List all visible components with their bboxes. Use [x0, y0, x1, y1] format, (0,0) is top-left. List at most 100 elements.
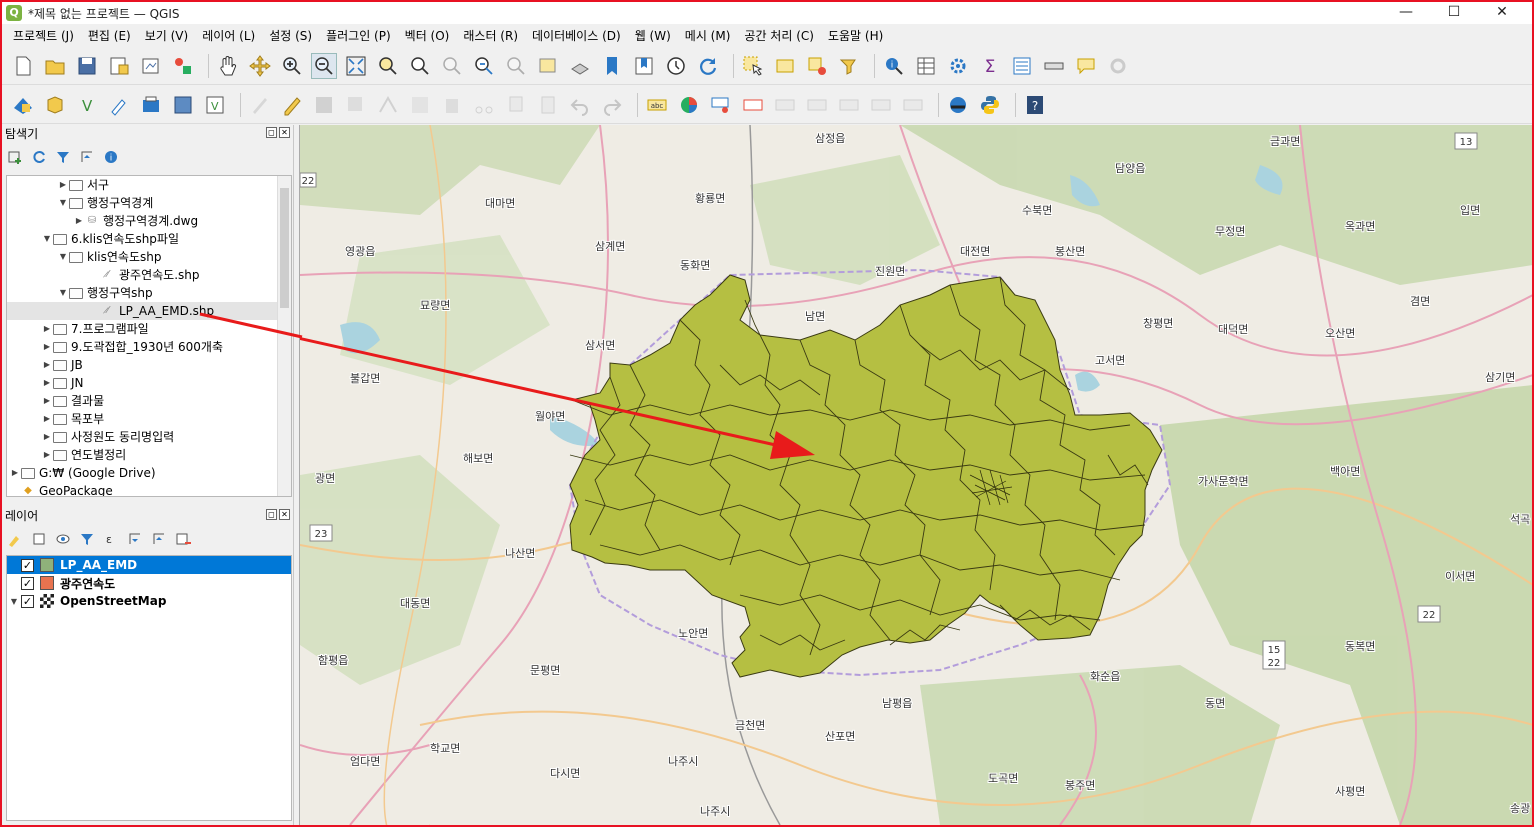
select-by-value-icon[interactable]	[772, 53, 798, 79]
undo-icon[interactable]	[567, 92, 593, 118]
expand-down-icon[interactable]: ▼	[57, 248, 69, 266]
browser-item[interactable]: ▼ 6.klis연속도shp파일	[7, 230, 291, 248]
select-location-icon[interactable]	[836, 53, 862, 79]
menu-raster[interactable]: 래스터 (R)	[456, 27, 525, 44]
python-console-icon[interactable]	[977, 92, 1003, 118]
move-label-icon[interactable]	[772, 92, 798, 118]
attribute-table-icon[interactable]	[913, 53, 939, 79]
vertex-tool-icon[interactable]	[375, 92, 401, 118]
properties-info-icon[interactable]: i	[102, 148, 120, 166]
browser-item[interactable]: ▼ 행정구역경계	[7, 194, 291, 212]
expand-right-icon[interactable]: ▶	[41, 338, 53, 356]
menu-layer[interactable]: 레이어 (L)	[195, 27, 262, 44]
pan-hand-icon[interactable]	[215, 53, 241, 79]
layer-symbol-swatch[interactable]	[40, 558, 54, 572]
deselect-icon[interactable]	[804, 53, 830, 79]
select-features-icon[interactable]	[740, 53, 766, 79]
highlight-labels-icon[interactable]	[740, 92, 766, 118]
zoom-native-icon[interactable]	[439, 53, 465, 79]
expand-right-icon[interactable]: ▶	[41, 428, 53, 446]
current-edits-icon[interactable]	[247, 92, 273, 118]
temporal-controller-icon[interactable]	[663, 53, 689, 79]
expand-right-icon[interactable]: ▶	[57, 176, 69, 194]
label-abc-icon[interactable]: abc	[644, 92, 670, 118]
copy-features-icon[interactable]	[503, 92, 529, 118]
menu-project[interactable]: 프로젝트 (J)	[6, 27, 81, 44]
expand-right-icon[interactable]: ▶	[73, 212, 85, 230]
float-panel-button[interactable]: ◻	[266, 509, 277, 520]
data-source-manager-icon[interactable]	[10, 92, 36, 118]
collapse-all-icon[interactable]	[78, 148, 96, 166]
menu-settings[interactable]: 설정 (S)	[262, 27, 319, 44]
browser-item[interactable]: ▼ klis연속도shp	[7, 248, 291, 266]
cut-features-icon[interactable]	[471, 92, 497, 118]
browser-item[interactable]: ▶ 서구	[7, 176, 291, 194]
menu-help[interactable]: 도움말 (H)	[821, 27, 890, 44]
bookmark-icon[interactable]	[599, 53, 625, 79]
menu-view[interactable]: 보기 (V)	[138, 27, 195, 44]
menu-database[interactable]: 데이터베이스 (D)	[525, 27, 628, 44]
menu-mesh[interactable]: 메시 (M)	[678, 27, 738, 44]
menu-edit[interactable]: 편집 (E)	[81, 27, 138, 44]
layer-item[interactable]: ✓ LP_AA_EMD	[7, 556, 291, 574]
expand-right-icon[interactable]: ▶	[41, 356, 53, 374]
emd-polygon-layer[interactable]	[569, 274, 1163, 678]
zoom-last-icon[interactable]	[471, 53, 497, 79]
zoom-next-icon[interactable]	[503, 53, 529, 79]
expand-right-icon[interactable]: ▶	[41, 320, 53, 338]
new-project-icon[interactable]	[10, 53, 36, 79]
zoom-full-icon[interactable]	[343, 53, 369, 79]
attribute-form-icon[interactable]	[1009, 53, 1035, 79]
browser-item[interactable]: ▶ 사정원도 동리명입력	[7, 428, 291, 446]
filter-browser-icon[interactable]	[54, 148, 72, 166]
map-canvas[interactable]: 22 13 23 22 15 22 대마면 황룡면 삼계면 동화면 진원면 남면…	[299, 125, 1532, 825]
expand-down-icon[interactable]: ▼	[57, 284, 69, 302]
minimize-button[interactable]: —	[1382, 2, 1430, 24]
zoom-in-icon[interactable]	[279, 53, 305, 79]
modify-attributes-icon[interactable]	[407, 92, 433, 118]
expand-all-icon[interactable]	[126, 530, 144, 548]
browser-item[interactable]: ▶ ⛁ 행정구역경계.dwg	[7, 212, 291, 230]
float-panel-button[interactable]: ◻	[266, 127, 277, 138]
change-label-icon[interactable]	[836, 92, 862, 118]
new-3d-view-icon[interactable]	[567, 53, 593, 79]
refresh-browser-icon[interactable]	[30, 148, 48, 166]
add-group-icon[interactable]	[30, 530, 48, 548]
layer-symbol-swatch[interactable]	[40, 576, 54, 590]
add-selected-layers-icon[interactable]	[6, 148, 24, 166]
menu-plugins[interactable]: 플러그인 (P)	[319, 27, 398, 44]
browser-item[interactable]: ⁄̷ 광주연속도.shp	[7, 266, 291, 284]
rotate-label-icon[interactable]	[804, 92, 830, 118]
plugin-gear-icon[interactable]	[1105, 53, 1131, 79]
layer-item[interactable]: ▼ ✓ OpenStreetMap	[7, 592, 291, 610]
pan-to-selection-icon[interactable]	[247, 53, 273, 79]
toggle-editing-pencil-icon[interactable]	[279, 92, 305, 118]
close-panel-button[interactable]: ✕	[279, 127, 290, 138]
diagram-icon[interactable]	[676, 92, 702, 118]
expand-right-icon[interactable]: ▶	[41, 392, 53, 410]
filter-legend-icon[interactable]	[78, 530, 96, 548]
collapse-all-layers-icon[interactable]	[150, 530, 168, 548]
layer-properties-icon[interactable]: V	[202, 92, 228, 118]
layer-visibility-checkbox[interactable]: ✓	[21, 558, 34, 572]
layer-visibility-checkbox[interactable]: ✓	[21, 594, 34, 608]
measure-ruler-icon[interactable]	[1041, 53, 1067, 79]
new-map-view-icon[interactable]	[535, 53, 561, 79]
style-manager-icon[interactable]	[170, 53, 196, 79]
filter-expression-icon[interactable]: ε	[102, 530, 120, 548]
close-button[interactable]: ✕	[1478, 2, 1526, 24]
maximize-button[interactable]: ☐	[1430, 2, 1478, 24]
browser-item[interactable]: ▶ G:₩ (Google Drive)	[7, 464, 291, 482]
expand-right-icon[interactable]: ▶	[9, 464, 21, 482]
redo-icon[interactable]	[599, 92, 625, 118]
zoom-to-layer-icon[interactable]	[407, 53, 433, 79]
zoom-out-icon[interactable]	[311, 52, 337, 79]
help-icon[interactable]: ?	[1022, 92, 1048, 118]
print-layout-icon[interactable]	[138, 53, 164, 79]
refresh-icon[interactable]	[695, 53, 721, 79]
new-temp-layer-icon[interactable]	[138, 92, 164, 118]
label-properties-icon[interactable]	[900, 92, 926, 118]
add-feature-icon[interactable]	[343, 92, 369, 118]
save-as-icon[interactable]	[106, 53, 132, 79]
browser-item[interactable]: ▼ 행정구역shp	[7, 284, 291, 302]
